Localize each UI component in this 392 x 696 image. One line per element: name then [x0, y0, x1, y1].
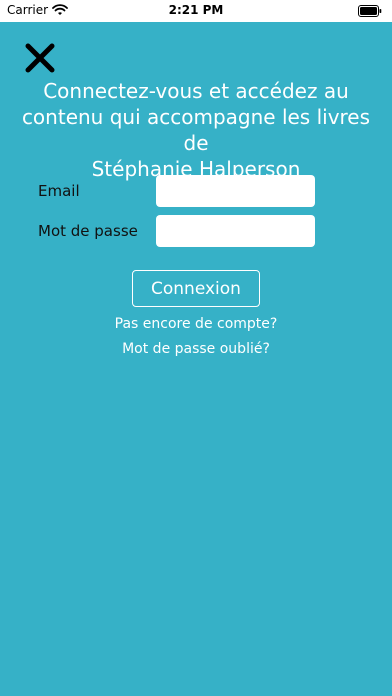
- status-bar: Carrier 2:21 PM: [0, 0, 392, 22]
- status-time: 2:21 PM: [168, 3, 224, 17]
- email-row: Email: [0, 175, 392, 207]
- password-label: Mot de passe: [38, 222, 138, 240]
- close-icon: [25, 43, 55, 73]
- headline: Connectez-vous et accédez au contenu qui…: [10, 78, 382, 182]
- headline-line-2: contenu qui accompagne les livres de: [21, 105, 371, 155]
- close-button[interactable]: [24, 42, 56, 74]
- email-label: Email: [38, 182, 80, 200]
- signup-link[interactable]: Pas encore de compte?: [0, 316, 392, 332]
- email-field[interactable]: [156, 175, 315, 207]
- headline-line-1: Connectez-vous et accédez au: [43, 79, 349, 103]
- battery-icon: [358, 5, 382, 17]
- password-field[interactable]: [156, 215, 315, 247]
- login-button[interactable]: Connexion: [132, 270, 260, 307]
- forgot-password-link[interactable]: Mot de passe oublié?: [0, 341, 392, 357]
- password-row: Mot de passe: [0, 215, 392, 247]
